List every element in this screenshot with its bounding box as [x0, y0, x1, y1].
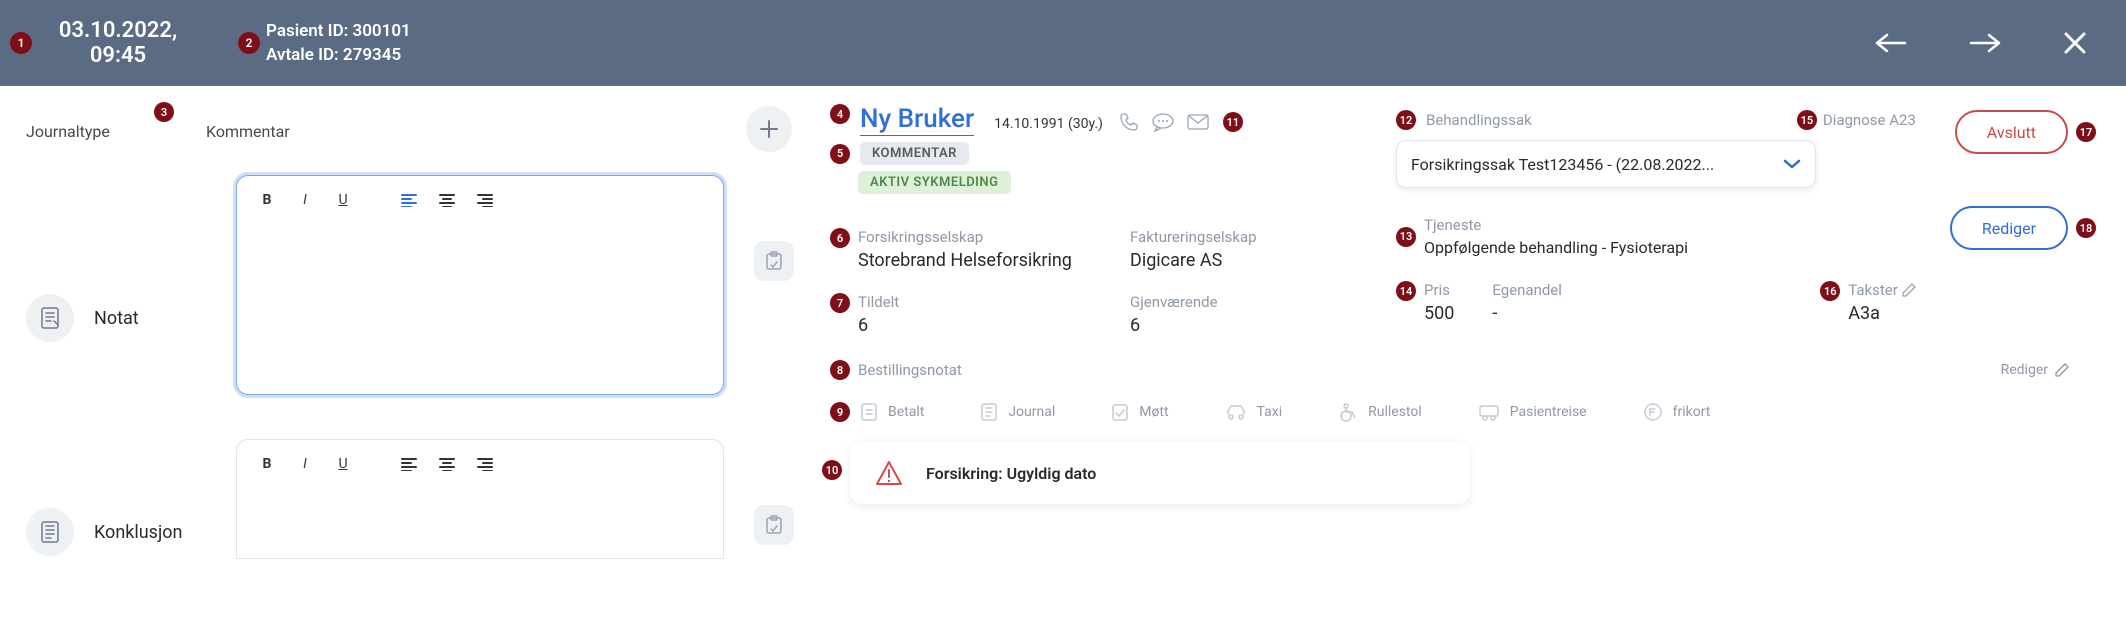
appointment-datetime: 03.10.2022, 09:45: [38, 18, 198, 69]
conclusion-label: Konklusjon: [94, 522, 183, 543]
billing-company-label: Faktureringselskap: [1130, 228, 1257, 246]
badge-4: 4: [830, 104, 850, 124]
details-column: 12 Behandlingssak 15 Diagnose A23 Forsik…: [820, 86, 2126, 624]
journal-comment-label: Kommentar: [206, 122, 386, 141]
underline-button[interactable]: U: [333, 190, 353, 210]
italic-button[interactable]: I: [295, 190, 315, 210]
journal-column: 3 Journaltype Kommentar Notat B I U: [0, 86, 820, 624]
flag-betalt[interactable]: Betalt: [860, 402, 924, 422]
warning-text: Forsikring: Ugyldig dato: [926, 464, 1096, 483]
ids: Pasient ID: 300101 Avtale ID: 279345: [266, 21, 411, 65]
note-clipboard-button[interactable]: [754, 241, 794, 281]
journal-icon: [980, 402, 998, 422]
italic-button-2[interactable]: I: [295, 454, 315, 474]
phone-icon[interactable]: [1119, 112, 1139, 132]
sms-icon[interactable]: [1151, 112, 1175, 132]
conclusion-icon: [26, 508, 74, 556]
badge-11: 11: [1223, 112, 1243, 132]
journal-head-row: 3 Journaltype Kommentar: [26, 122, 794, 141]
remaining-value: 6: [1130, 315, 1218, 336]
patient-header: 4 Ny Bruker 14.10.1991 (30y.) 11: [820, 104, 2100, 136]
conclusion-clipboard-button[interactable]: [754, 505, 794, 545]
insurance-grid: 6 Forsikringsselskap Storebrand Helsefor…: [820, 228, 2100, 358]
insurance-company-value: Storebrand Helseforsikring: [858, 250, 1072, 271]
patient-birth-age: 14.10.1991 (30y.): [994, 116, 1103, 132]
note-editor[interactable]: B I U: [236, 175, 724, 395]
align-center-button-2[interactable]: [437, 454, 457, 474]
order-note-edit-link[interactable]: Rediger: [2001, 362, 2100, 378]
frikort-icon: [1643, 402, 1663, 422]
conclusion-editor[interactable]: B I U: [236, 439, 724, 559]
checkin-icon: [1111, 402, 1129, 422]
flag-rullestol[interactable]: Rullestol: [1338, 402, 1422, 422]
case-select[interactable]: Forsikringssak Test123456 - (22.08.2022.…: [1396, 140, 1816, 188]
align-left-button[interactable]: [399, 190, 419, 210]
flag-pasientreise[interactable]: Pasientreise: [1478, 403, 1587, 421]
patient-name-link[interactable]: Ny Bruker: [860, 104, 974, 136]
close-icon[interactable]: [2064, 32, 2086, 54]
insurance-company-label: Forsikringsselskap: [858, 228, 1072, 246]
taxi-icon: [1225, 403, 1247, 421]
wheelchair-icon: [1338, 402, 1358, 422]
active-sickleave-tag: AKTIV SYKMELDING: [858, 171, 1011, 194]
chevron-down-icon: [1783, 158, 1801, 170]
patient-id: Pasient ID: 300101: [266, 21, 411, 41]
payment-icon: [860, 402, 878, 422]
bold-button-2[interactable]: B: [257, 454, 277, 474]
badge-5: 5: [830, 144, 850, 164]
flag-taxi[interactable]: Taxi: [1225, 403, 1283, 421]
warning-icon: [874, 459, 904, 487]
assigned-label: Tildelt: [858, 293, 899, 311]
flags-row: 9 Betalt Journal Møtt Taxi Rullestol: [820, 402, 2100, 422]
conclusion-row: Konklusjon B I U: [26, 439, 794, 559]
note-editor-toolbar: B I U: [237, 176, 723, 224]
badge-7: 7: [830, 293, 850, 313]
note-label: Notat: [94, 308, 139, 329]
next-arrow-icon[interactable]: [1968, 31, 2004, 55]
align-right-button[interactable]: [475, 190, 495, 210]
prev-arrow-icon[interactable]: [1872, 31, 1908, 55]
badge-8: 8: [830, 360, 850, 380]
case-select-text: Forsikringssak Test123456 - (22.08.2022.…: [1411, 155, 1714, 174]
order-note-label: Bestillingsnotat: [858, 361, 962, 379]
underline-button-2[interactable]: U: [333, 454, 353, 474]
badge-2: 2: [238, 32, 260, 54]
conclusion-label-wrap: Konklusjon: [26, 439, 206, 559]
note-label-wrap: Notat: [26, 175, 206, 395]
assigned-value: 6: [858, 315, 899, 336]
bold-button[interactable]: B: [257, 190, 277, 210]
badge-1: 1: [10, 32, 32, 54]
ids-wrap: 2 Pasient ID: 300101 Avtale ID: 279345: [238, 21, 411, 65]
flag-mott[interactable]: Møtt: [1111, 402, 1168, 422]
remaining-label: Gjenværende: [1130, 293, 1218, 311]
align-right-button-2[interactable]: [475, 454, 495, 474]
conclusion-editor-toolbar: B I U: [237, 440, 723, 488]
note-icon: [26, 294, 74, 342]
appointment-id: Avtale ID: 279345: [266, 45, 411, 65]
warning-box: 10 Forsikring: Ugyldig dato: [850, 442, 1470, 504]
order-note-row: 8 Bestillingsnotat Rediger: [820, 360, 2100, 380]
topbar-right-nav: [1872, 31, 2086, 55]
transport-icon: [1478, 403, 1500, 421]
appointment-datetime-wrap: 1 03.10.2022, 09:45: [10, 18, 198, 69]
badge-6: 6: [830, 228, 850, 248]
badge-9: 9: [830, 402, 850, 422]
top-bar: 1 03.10.2022, 09:45 2 Pasient ID: 300101…: [0, 0, 2126, 86]
comment-tag: KOMMENTAR: [860, 142, 969, 165]
flag-journal[interactable]: Journal: [980, 402, 1055, 422]
badge-10: 10: [822, 460, 842, 480]
note-row: Notat B I U: [26, 175, 794, 395]
flag-frikort[interactable]: frikort: [1643, 402, 1711, 422]
mail-icon[interactable]: [1187, 114, 1209, 130]
journal-type-label: Journaltype: [26, 122, 206, 141]
align-center-button[interactable]: [437, 190, 457, 210]
badge-3: 3: [154, 102, 174, 122]
align-left-button-2[interactable]: [399, 454, 419, 474]
billing-company-value: Digicare AS: [1130, 250, 1257, 271]
